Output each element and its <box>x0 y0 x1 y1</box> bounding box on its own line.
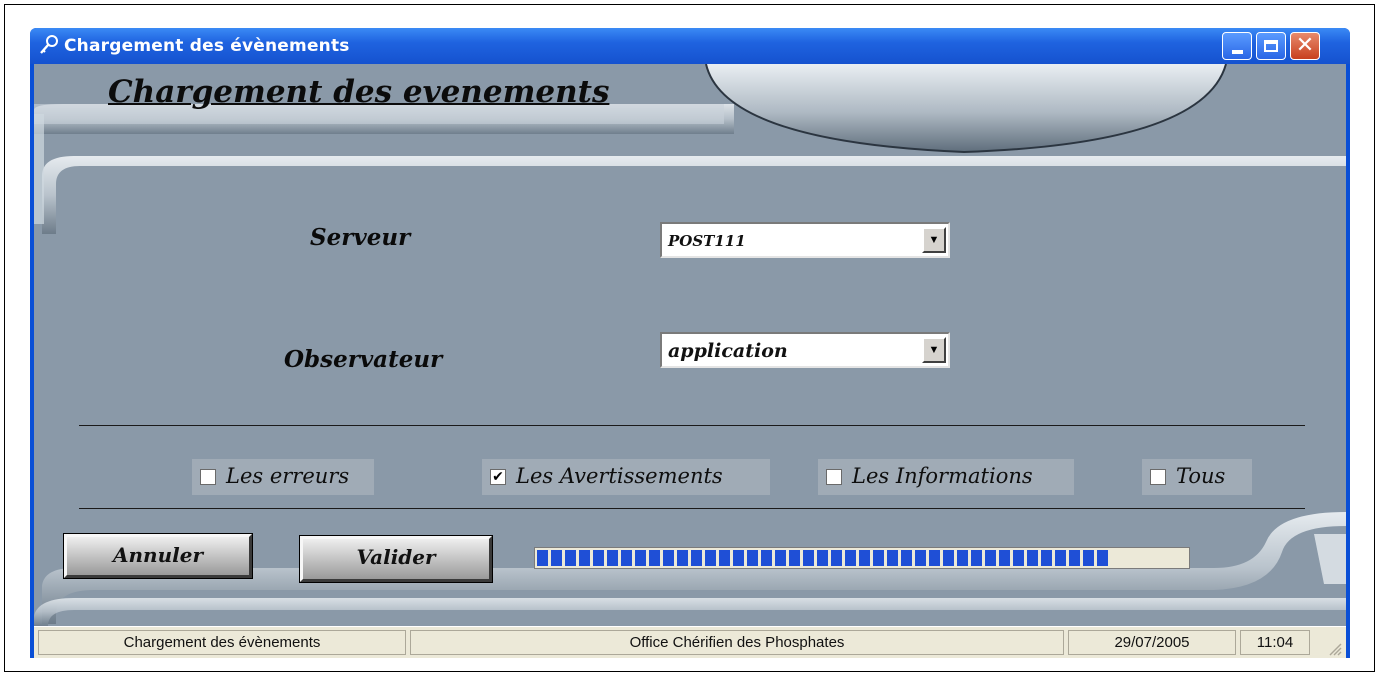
progress-segment <box>635 550 646 566</box>
key-icon <box>40 35 58 54</box>
progress-segment <box>537 550 548 566</box>
progress-segment <box>565 550 576 566</box>
progress-segment <box>1069 550 1080 566</box>
checkbox-informations[interactable]: Les Informations <box>818 459 1074 495</box>
progress-segment <box>705 550 716 566</box>
maximize-icon <box>1264 40 1278 52</box>
window-title: Chargement des évènements <box>64 36 350 56</box>
progress-segment <box>817 550 828 566</box>
progress-segment <box>859 550 870 566</box>
progress-segment <box>649 550 660 566</box>
observer-value: application <box>668 340 788 362</box>
validate-button[interactable]: Valider <box>299 535 493 583</box>
progress-segment <box>579 550 590 566</box>
progress-segment <box>1083 550 1094 566</box>
checkbox-warnings-box[interactable]: ✔ <box>490 469 506 485</box>
cancel-button[interactable]: Annuler <box>63 533 253 579</box>
close-button[interactable]: ✕ <box>1290 32 1320 60</box>
close-icon: ✕ <box>1295 33 1315 58</box>
progress-segment <box>691 550 702 566</box>
page-title: Chargement des evenements <box>108 74 610 110</box>
form-area: Chargement des evenements Serveur POST11… <box>34 64 1346 658</box>
checkbox-errors-box[interactable] <box>200 469 216 485</box>
progress-segment <box>1055 550 1066 566</box>
checkbox-all[interactable]: Tous <box>1142 459 1252 495</box>
observer-label: Observateur <box>284 346 443 373</box>
progress-segment <box>901 550 912 566</box>
progress-segment <box>957 550 968 566</box>
status-company: Office Chérifien des Phosphates <box>410 630 1064 655</box>
status-date: 29/07/2005 <box>1068 630 1236 655</box>
progress-segment <box>607 550 618 566</box>
progress-fill <box>537 550 1108 566</box>
progress-segment <box>1027 550 1038 566</box>
progress-segment <box>943 550 954 566</box>
progress-segment <box>873 550 884 566</box>
progress-segment <box>845 550 856 566</box>
progress-segment <box>775 550 786 566</box>
progress-segment <box>1013 550 1024 566</box>
status-bar: Chargement des évènements Office Chérifi… <box>34 626 1346 658</box>
progress-segment <box>761 550 772 566</box>
checkbox-informations-box[interactable] <box>826 469 842 485</box>
progress-segment <box>677 550 688 566</box>
progress-segment <box>985 550 996 566</box>
resize-grip-icon[interactable] <box>1326 640 1342 656</box>
progress-segment <box>803 550 814 566</box>
progress-segment <box>831 550 842 566</box>
progress-segment <box>887 550 898 566</box>
progress-segment <box>733 550 744 566</box>
checkbox-informations-label: Les Informations <box>852 464 1033 488</box>
server-label: Serveur <box>310 224 411 251</box>
progress-bar <box>534 547 1190 569</box>
server-dropdown[interactable]: POST111 ▼ <box>660 222 950 258</box>
checkbox-warnings[interactable]: ✔ Les Avertissements <box>482 459 770 495</box>
progress-segment <box>915 550 926 566</box>
chevron-down-icon[interactable]: ▼ <box>922 337 946 363</box>
progress-segment <box>593 550 604 566</box>
progress-segment <box>1097 550 1108 566</box>
checkbox-all-box[interactable] <box>1150 469 1166 485</box>
checkbox-errors-label: Les erreurs <box>226 464 350 488</box>
progress-segment <box>621 550 632 566</box>
observer-dropdown[interactable]: application ▼ <box>660 332 950 368</box>
progress-segment <box>1041 550 1052 566</box>
divider <box>79 508 1305 509</box>
progress-segment <box>999 550 1010 566</box>
progress-segment <box>747 550 758 566</box>
minimize-icon <box>1232 50 1243 54</box>
progress-segment <box>663 550 674 566</box>
divider <box>79 425 1305 426</box>
chevron-down-icon[interactable]: ▼ <box>922 227 946 253</box>
status-module: Chargement des évènements <box>38 630 406 655</box>
title-bar[interactable]: Chargement des évènements ✕ <box>30 28 1350 64</box>
progress-segment <box>929 550 940 566</box>
server-value: POST111 <box>668 232 746 250</box>
checkbox-warnings-label: Les Avertissements <box>516 464 723 488</box>
checkbox-errors[interactable]: Les erreurs <box>192 459 374 495</box>
status-time: 11:04 <box>1240 630 1310 655</box>
progress-segment <box>789 550 800 566</box>
progress-segment <box>551 550 562 566</box>
checkbox-all-label: Tous <box>1176 464 1226 488</box>
minimize-button[interactable] <box>1222 32 1252 60</box>
progress-segment <box>971 550 982 566</box>
maximize-button[interactable] <box>1256 32 1286 60</box>
app-window: Chargement des évènements ✕ Chargement d… <box>30 28 1350 658</box>
progress-segment <box>719 550 730 566</box>
